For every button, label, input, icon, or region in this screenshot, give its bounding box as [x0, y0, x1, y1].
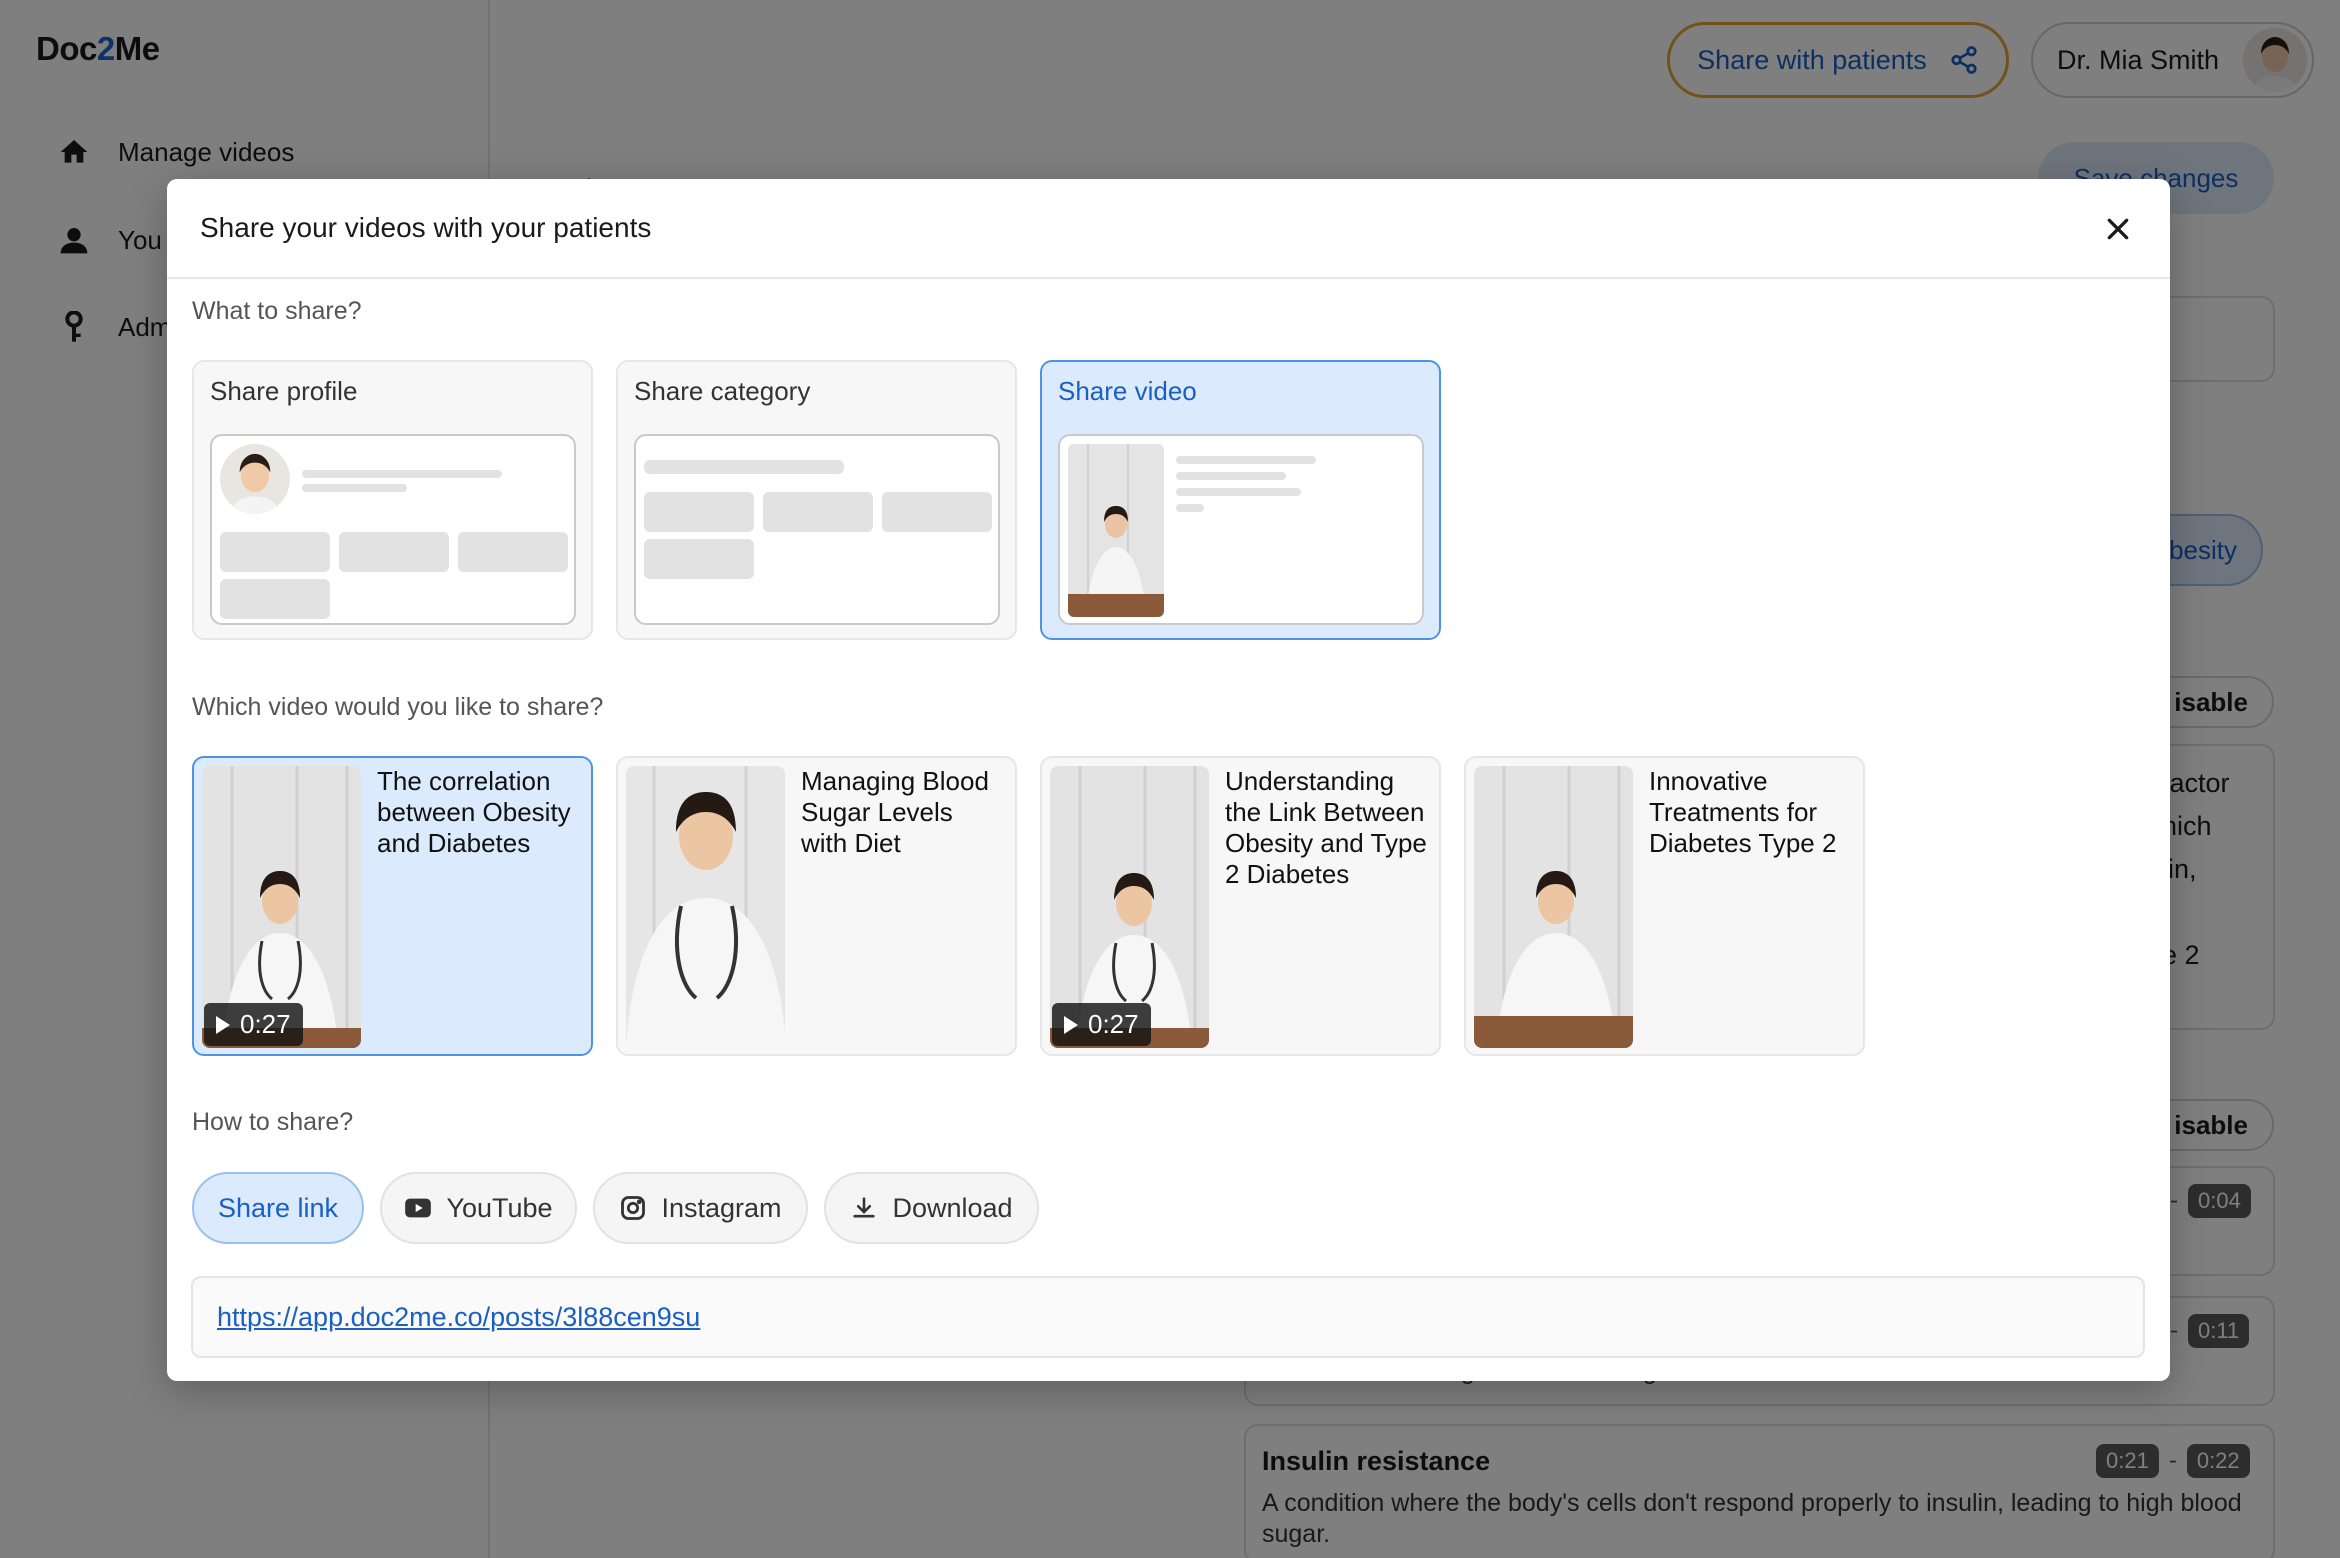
youtube-label: YouTube: [446, 1192, 553, 1223]
video-title: Understanding the Link Between Obesity a…: [1225, 766, 1427, 889]
download-button[interactable]: Download: [824, 1172, 1039, 1244]
option-title: Share video: [1058, 376, 1197, 406]
option-title: Share profile: [210, 376, 358, 406]
share-url-link[interactable]: https://app.doc2me.co/posts/3l88cen9su: [217, 1302, 700, 1333]
video-title: Managing Blood Sugar Levels with Diet: [801, 766, 989, 858]
modal-title: Share your videos with your patients: [200, 212, 652, 243]
what-to-share-label: What to share?: [192, 297, 362, 325]
instagram-label: Instagram: [661, 1192, 782, 1223]
video-duration: 0:27: [1088, 1009, 1139, 1039]
play-icon: [216, 1015, 230, 1034]
video-duration: 0:27: [240, 1009, 291, 1039]
share-link-label: Share link: [217, 1192, 339, 1223]
profile-preview: [210, 434, 576, 625]
modal-header: Share your videos with your patients: [167, 179, 2170, 279]
video-preview-thumbnail: [1068, 444, 1164, 617]
video-card[interactable]: Innovative Treatments for Diabetes Type …: [1464, 756, 1865, 1056]
video-duration-badge: 0:27: [1052, 1003, 1151, 1046]
category-preview: [634, 434, 1000, 625]
video-duration-badge: 0:27: [204, 1003, 303, 1046]
share-category-option[interactable]: Share category: [616, 360, 1017, 640]
youtube-button[interactable]: YouTube: [380, 1172, 577, 1244]
share-link-button[interactable]: Share link: [192, 1172, 364, 1244]
avatar: [220, 444, 290, 514]
share-modal: Share your videos with your patients Wha…: [167, 179, 2170, 1381]
share-video-option[interactable]: Share video: [1040, 360, 1441, 640]
video-title: Innovative Treatments for Diabetes Type …: [1649, 766, 1837, 858]
youtube-icon: [405, 1198, 432, 1218]
play-icon: [1064, 1015, 1078, 1034]
which-video-label: Which video would you like to share?: [192, 693, 604, 721]
video-thumbnail: [1474, 766, 1633, 1048]
video-thumbnail: [626, 766, 785, 1048]
video-preview: [1058, 434, 1424, 625]
close-button[interactable]: [2100, 211, 2136, 247]
video-card[interactable]: 0:27 Understanding the Link Between Obes…: [1040, 756, 1441, 1056]
video-title: The correlation between Obesity and Diab…: [377, 766, 571, 858]
instagram-button[interactable]: Instagram: [593, 1172, 808, 1244]
instagram-icon: [621, 1196, 646, 1220]
download-icon: [853, 1197, 876, 1218]
video-card[interactable]: Managing Blood Sugar Levels with Diet: [616, 756, 1017, 1056]
option-title: Share category: [634, 376, 811, 406]
share-link-field[interactable]: https://app.doc2me.co/posts/3l88cen9su: [191, 1276, 2145, 1358]
close-icon: [2107, 218, 2129, 240]
download-label: Download: [892, 1192, 1013, 1223]
share-profile-option[interactable]: Share profile: [192, 360, 593, 640]
how-to-share-label: How to share?: [192, 1108, 354, 1136]
video-card[interactable]: 0:27 The correlation between Obesity and…: [192, 756, 593, 1056]
